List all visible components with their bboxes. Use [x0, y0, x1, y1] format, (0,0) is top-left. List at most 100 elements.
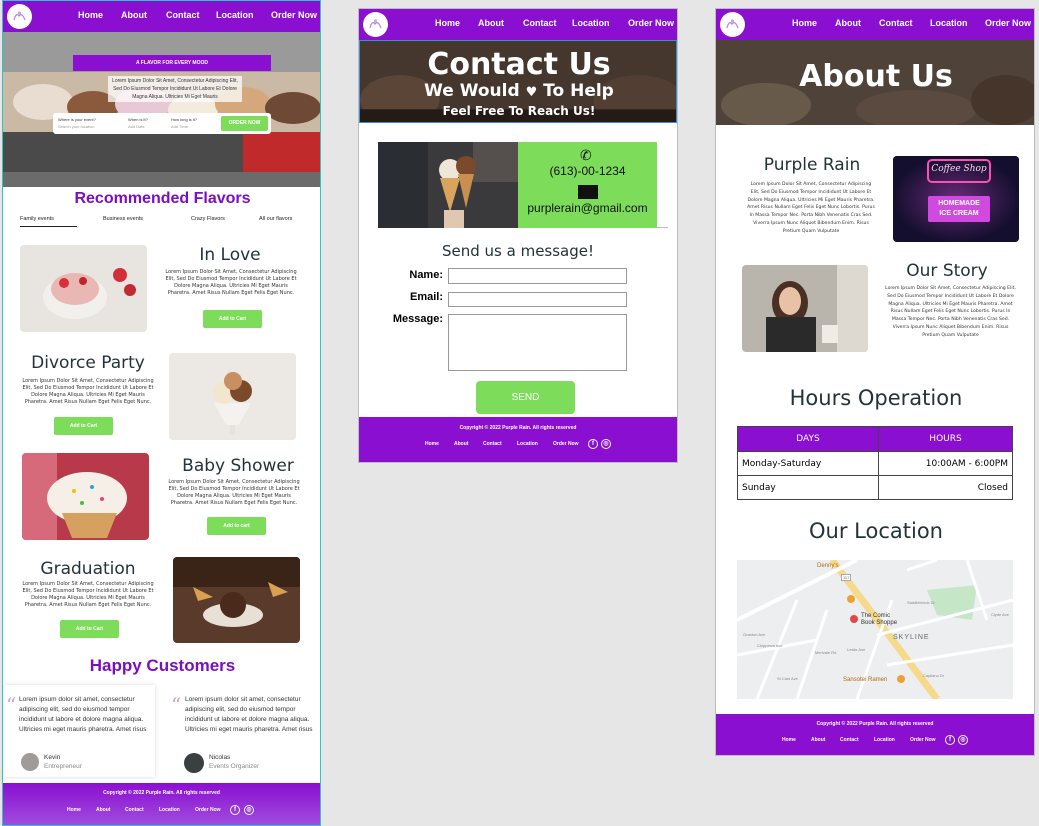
- name-field[interactable]: [448, 268, 627, 284]
- instagram-icon[interactable]: ◎: [244, 805, 254, 815]
- footer-contact[interactable]: Contact: [840, 737, 859, 743]
- contact-details-panel: ✆ (613)-00-1234 purplerain@gmail.com: [518, 142, 657, 228]
- nav-about[interactable]: About: [478, 18, 504, 28]
- hours-title: Hours Operation: [789, 386, 963, 410]
- tab-business-events[interactable]: Business events: [103, 216, 143, 222]
- logo[interactable]: [720, 12, 745, 37]
- testimonial-text-nicolas: Lorem ipsum dolor sit amet, consectetur …: [185, 696, 313, 733]
- facebook-icon[interactable]: f: [230, 805, 240, 815]
- nav-contact[interactable]: Contact: [879, 18, 913, 28]
- footer-location[interactable]: Location: [874, 737, 895, 743]
- contact-subtitle: We Would ♥ To Help: [360, 81, 676, 101]
- navbar: Home About Contact Location Order Now: [716, 9, 1034, 40]
- avatar: [21, 753, 39, 771]
- add-to-cart-divorce-party[interactable]: Add to Cart: [54, 417, 113, 435]
- customer-role-kevin: Entrepreneur: [44, 763, 82, 770]
- where-input[interactable]: Search your location: [58, 124, 94, 129]
- footer-home[interactable]: Home: [67, 807, 81, 813]
- our-story-text: Lorem Ipsum Dolor Sit Amet, Consectetur …: [885, 286, 1016, 338]
- logo[interactable]: [363, 12, 388, 37]
- nav-order-now[interactable]: Order Now: [271, 10, 317, 20]
- facebook-icon[interactable]: f: [588, 439, 598, 449]
- map-street-merivale: Merivale Rd: [815, 650, 837, 655]
- email-address[interactable]: purplerain@gmail.com: [518, 201, 657, 215]
- hero-order-button[interactable]: ORDER NOW: [221, 116, 268, 131]
- purple-rain-heading: Purple Rain: [763, 155, 861, 175]
- location-map[interactable]: Denny's The Comic Book Shoppe SKYLINE Sa…: [737, 560, 1013, 699]
- nav-location[interactable]: Location: [216, 10, 254, 20]
- message-textarea[interactable]: [448, 314, 627, 371]
- quote-icon: “: [6, 693, 17, 717]
- when-input[interactable]: Add Date: [128, 124, 145, 129]
- map-street-saddlebrook: Saddlebrook Dr: [907, 600, 935, 605]
- footer: Copyright © 2022 Purple Rain. All rights…: [359, 417, 677, 462]
- map-street-clyde: Clyde Ave: [991, 612, 1009, 617]
- nav-contact[interactable]: Contact: [523, 18, 557, 28]
- nav-about[interactable]: About: [121, 10, 147, 20]
- facebook-icon[interactable]: f: [945, 735, 955, 745]
- instagram-icon[interactable]: ◎: [601, 439, 611, 449]
- day-cell: Sunday: [737, 475, 879, 500]
- nav-location[interactable]: Location: [930, 18, 968, 28]
- hours-header: HOURS: [878, 426, 1013, 452]
- map-label-comic-1: The Comic: [861, 613, 891, 619]
- hero-text: Lorem Ipsum Dolor Sit Amet, Consectetur …: [108, 76, 242, 102]
- map-road-117: 117: [841, 574, 852, 581]
- footer-location[interactable]: Location: [517, 441, 538, 447]
- home-page: Home About Contact Location Order Now A …: [2, 0, 321, 826]
- send-button[interactable]: SEND: [476, 381, 575, 414]
- footer-order-now[interactable]: Order Now: [553, 441, 579, 447]
- add-to-cart-in-love[interactable]: Add to Cart: [203, 310, 262, 328]
- footer-home[interactable]: Home: [782, 737, 796, 743]
- flavor-desc-baby-shower: Lorem Ipsum Dolor Sit Amet, Consectetur …: [168, 479, 300, 506]
- when-label: When is it?: [128, 117, 148, 122]
- map-label-dennys: Denny's: [817, 563, 839, 569]
- location-title: Our Location: [809, 519, 943, 543]
- tab-all-flavors[interactable]: All our flavors: [259, 216, 292, 222]
- footer-order-now[interactable]: Order Now: [195, 807, 221, 813]
- instagram-icon[interactable]: ◎: [958, 735, 968, 745]
- footer: Copyright © 2022 Purple Rain. All rights…: [3, 783, 320, 825]
- footer-location[interactable]: Location: [159, 807, 180, 813]
- nav-location[interactable]: Location: [572, 18, 610, 28]
- email-field[interactable]: [448, 292, 627, 307]
- event-search-bar: Where is your event? Search your locatio…: [53, 113, 271, 134]
- add-to-cart-graduation[interactable]: Add to Cart: [60, 620, 119, 638]
- map-label-skyline: SKYLINE: [893, 634, 930, 641]
- tab-family-events[interactable]: Family events: [20, 216, 54, 222]
- tab-crazy-flavors[interactable]: Crazy Flavors: [191, 216, 225, 222]
- phone-number[interactable]: (613)-00-1234: [518, 164, 657, 178]
- logo[interactable]: [7, 4, 32, 29]
- hero-section: A FLAVOR FOR EVERY MOOD Lorem Ipsum Dolo…: [3, 32, 320, 187]
- flavor-title-divorce-party: Divorce Party: [31, 353, 145, 373]
- nav-order-now[interactable]: Order Now: [628, 18, 674, 28]
- nav-home[interactable]: Home: [792, 18, 817, 28]
- footer-about[interactable]: About: [454, 441, 468, 447]
- footer-about[interactable]: About: [811, 737, 825, 743]
- contact-subtitle-a: We Would: [424, 81, 520, 101]
- where-label: Where is your event?: [58, 117, 96, 122]
- nav-about[interactable]: About: [835, 18, 861, 28]
- footer-contact[interactable]: Contact: [483, 441, 502, 447]
- name-label: Name:: [409, 269, 443, 281]
- happy-customers-title: Happy Customers: [89, 656, 236, 675]
- map-street-chippewa: Chippewa Ave: [757, 643, 783, 648]
- footer: Copyright © 2022 Purple Rain. All rights…: [716, 714, 1034, 755]
- hours-cell: 10:00AM - 6:00PM: [878, 451, 1013, 476]
- map-street-leslie: Leslie Ave: [847, 647, 866, 652]
- customer-name-nicolas: Nicolas: [209, 754, 231, 761]
- nav-order-now[interactable]: Order Now: [985, 18, 1031, 28]
- footer-home[interactable]: Home: [425, 441, 439, 447]
- add-to-cart-baby-shower[interactable]: Add to cart: [207, 517, 266, 535]
- nav-home[interactable]: Home: [435, 18, 460, 28]
- testimonial-text-kevin: Lorem ipsum dolor sit amet, consectetur …: [19, 696, 147, 733]
- how-long-input[interactable]: Add Time: [171, 124, 188, 129]
- active-tab-underline: [20, 226, 77, 227]
- nav-contact[interactable]: Contact: [166, 10, 200, 20]
- footer-contact[interactable]: Contact: [125, 807, 144, 813]
- footer-about[interactable]: About: [96, 807, 110, 813]
- nav-home[interactable]: Home: [78, 10, 103, 20]
- heart-icon: ♥: [525, 85, 538, 100]
- copyright: Copyright © 2022 Purple Rain. All rights…: [816, 721, 934, 727]
- footer-order-now[interactable]: Order Now: [910, 737, 936, 743]
